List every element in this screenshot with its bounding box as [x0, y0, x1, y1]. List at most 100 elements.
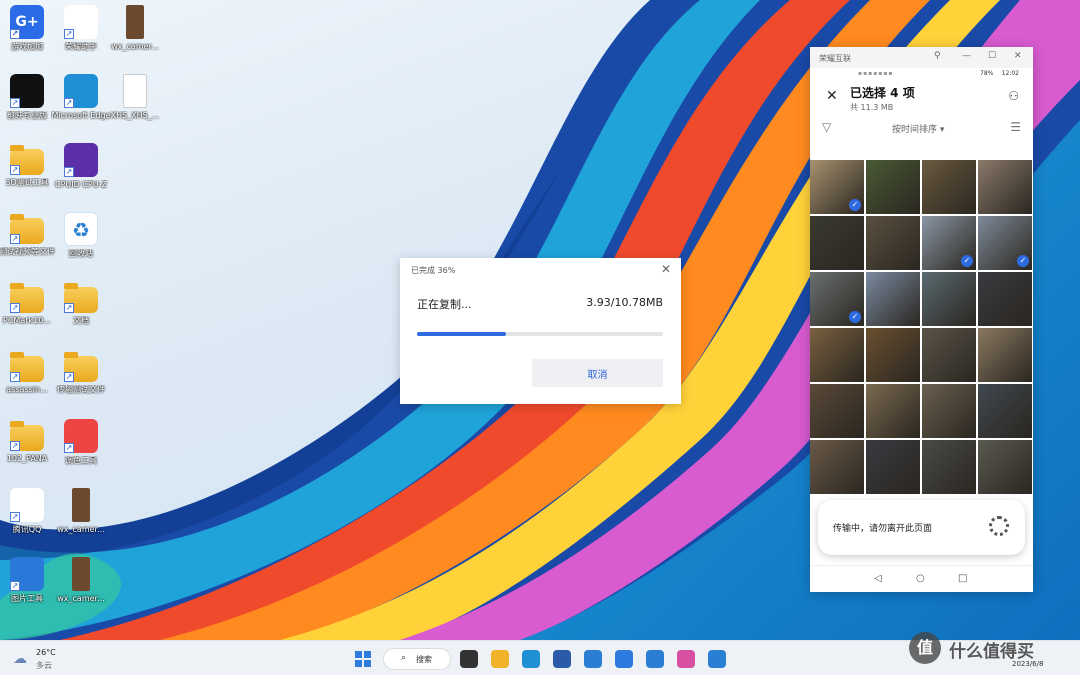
- desktop-icon[interactable]: ↗ 剪映专业版: [0, 74, 57, 121]
- phone-window-title: 荣耀互联: [819, 54, 851, 63]
- list-view-icon[interactable]: ☰: [1010, 120, 1021, 134]
- copy-size-text: 3.93/10.78MB: [586, 296, 663, 309]
- photo-thumbnail[interactable]: [866, 384, 920, 438]
- search-icon: ⌕: [401, 653, 407, 663]
- maximize-icon[interactable]: ☐: [988, 51, 996, 61]
- photo-thumbnail[interactable]: [866, 440, 920, 494]
- shortcut-arrow-icon: ↗: [64, 29, 74, 39]
- edge-icon[interactable]: [522, 650, 540, 668]
- selected-check-icon[interactable]: ✓: [849, 199, 861, 211]
- desktop-icon-label: CPUID CPU-Z: [55, 180, 107, 189]
- folder-icon: ↗: [10, 352, 44, 382]
- photo-thumbnail[interactable]: [978, 160, 1032, 214]
- pin-icon[interactable]: ⚲: [934, 51, 941, 61]
- desktop-icon[interactable]: wx_camer...: [51, 488, 111, 535]
- multi-select-icon[interactable]: ⚇: [1008, 89, 1019, 103]
- selected-check-icon[interactable]: ✓: [961, 255, 973, 267]
- desktop-icon[interactable]: ↗ Microsoft Edge: [51, 74, 111, 121]
- start-button[interactable]: [355, 651, 371, 667]
- photo-thumbnail[interactable]: ✓: [922, 216, 976, 270]
- close-window-icon[interactable]: ✕: [1014, 51, 1022, 61]
- desktop-icon[interactable]: ↗ CPUID CPU-Z: [51, 143, 111, 190]
- desktop-icon-label: XHS_XHS_...: [110, 111, 160, 120]
- desktop-icon[interactable]: wx_camer...: [51, 557, 111, 604]
- photo-thumbnail[interactable]: [866, 160, 920, 214]
- desktop-icon[interactable]: ↗ assassin...: [0, 350, 57, 395]
- app-icon: ↗: [10, 74, 44, 108]
- desktop-icon[interactable]: ♻ 回收站: [51, 212, 111, 259]
- battery-level: 78%: [980, 70, 994, 77]
- folder-icon: ↗: [10, 421, 44, 451]
- desktop-icon[interactable]: ↗ 文档: [51, 281, 111, 326]
- desktop-icon[interactable]: ↗ 测试视频等文件: [0, 212, 57, 257]
- desktop-icon[interactable]: ↗ 3D测试工具: [0, 143, 57, 188]
- photo-thumbnail[interactable]: [866, 328, 920, 382]
- photo-thumbnail[interactable]: [978, 384, 1032, 438]
- weather-description[interactable]: 多云: [36, 660, 52, 671]
- photo-thumbnail[interactable]: [810, 216, 864, 270]
- filter-icon[interactable]: ▽: [822, 120, 831, 134]
- desktop-icon-label: 回收站: [69, 249, 93, 258]
- weather-cloud-icon[interactable]: ☁: [13, 651, 27, 667]
- desktop-icon[interactable]: ↗ 图片工具: [0, 557, 57, 604]
- taskbar-search[interactable]: ⌕ 搜索: [383, 648, 451, 670]
- phone-mirror-window: 荣耀互联 ⚲ — ☐ ✕ ▪▪▪▪▪▪▪ 78% 12:02 ✕ 已选择 4 项…: [810, 47, 1033, 592]
- folder-icon: ↗: [10, 283, 44, 313]
- image-icon: [72, 488, 90, 522]
- photo-thumbnail[interactable]: [810, 440, 864, 494]
- shortcut-arrow-icon: ↗: [10, 581, 20, 591]
- shortcut-arrow-icon: ↗: [10, 29, 20, 39]
- file-explorer-icon[interactable]: [491, 650, 509, 668]
- remote-app-1-icon[interactable]: [584, 650, 602, 668]
- photo-thumbnail[interactable]: [978, 328, 1032, 382]
- photo-thumbnail[interactable]: [978, 440, 1032, 494]
- cancel-button[interactable]: 取消: [532, 359, 663, 387]
- photo-thumbnail[interactable]: [866, 272, 920, 326]
- desktop-icon[interactable]: ↗ 荣耀助手: [51, 5, 111, 52]
- desktop-icon[interactable]: wx_camer...: [105, 5, 165, 52]
- photo-thumbnail[interactable]: [866, 216, 920, 270]
- weather-temperature[interactable]: 26°C: [36, 648, 56, 657]
- close-selection-icon[interactable]: ✕: [826, 88, 838, 104]
- photo-thumbnail[interactable]: [922, 440, 976, 494]
- sort-dropdown[interactable]: 按时间排序 ▾: [892, 122, 944, 135]
- photo-thumbnail[interactable]: [978, 272, 1032, 326]
- desktop-icon[interactable]: ↗ 传输测试文件: [51, 350, 111, 395]
- copy-progress-bar: [417, 332, 663, 336]
- task-view-icon[interactable]: [460, 650, 478, 668]
- back-icon[interactable]: ◁: [874, 573, 882, 584]
- photo-thumbnail[interactable]: ✓: [978, 216, 1032, 270]
- close-icon[interactable]: ✕: [661, 262, 671, 276]
- honor-assistant-icon[interactable]: [677, 650, 695, 668]
- desktop-icon[interactable]: XHS_XHS_...: [105, 74, 165, 121]
- watermark: 值 什么值得买: [909, 632, 1059, 666]
- desktop-icon[interactable]: ↗ 腾讯QQ: [0, 488, 57, 535]
- selected-check-icon[interactable]: ✓: [1017, 255, 1029, 267]
- photo-thumbnail[interactable]: [922, 272, 976, 326]
- remote-app-2-icon[interactable]: [646, 650, 664, 668]
- honor-connect-icon[interactable]: [708, 650, 726, 668]
- desktop-icon[interactable]: ↗ PCMark10...: [0, 281, 57, 326]
- photo-thumbnail[interactable]: [922, 160, 976, 214]
- photo-thumbnail[interactable]: [810, 328, 864, 382]
- desktop-icon-label: 传输测试文件: [57, 385, 105, 394]
- desktop-icon[interactable]: ↗ 调色工具: [51, 419, 111, 466]
- photo-thumbnail[interactable]: ✓: [810, 272, 864, 326]
- desktop-icon[interactable]: ↗ 102_PANA: [0, 419, 57, 464]
- desktop-icon-label: 102_PANA: [6, 454, 48, 463]
- photo-thumbnail[interactable]: ✓: [810, 160, 864, 214]
- recents-icon[interactable]: □: [958, 573, 967, 584]
- desktop-icon-label: Microsoft Edge: [51, 111, 111, 120]
- photo-thumbnail[interactable]: [810, 384, 864, 438]
- photo-thumbnail[interactable]: [922, 328, 976, 382]
- mail-icon[interactable]: [615, 650, 633, 668]
- desktop-icon[interactable]: G+ ↗ 游戏加加: [0, 5, 57, 52]
- app-icon: ↗: [10, 488, 44, 522]
- copy-status-text: 正在复制...: [417, 298, 472, 311]
- minimize-icon[interactable]: —: [962, 51, 971, 61]
- selected-check-icon[interactable]: ✓: [849, 311, 861, 323]
- search-label: 搜索: [416, 655, 432, 664]
- store-icon[interactable]: [553, 650, 571, 668]
- home-icon[interactable]: ○: [916, 573, 925, 584]
- photo-thumbnail[interactable]: [922, 384, 976, 438]
